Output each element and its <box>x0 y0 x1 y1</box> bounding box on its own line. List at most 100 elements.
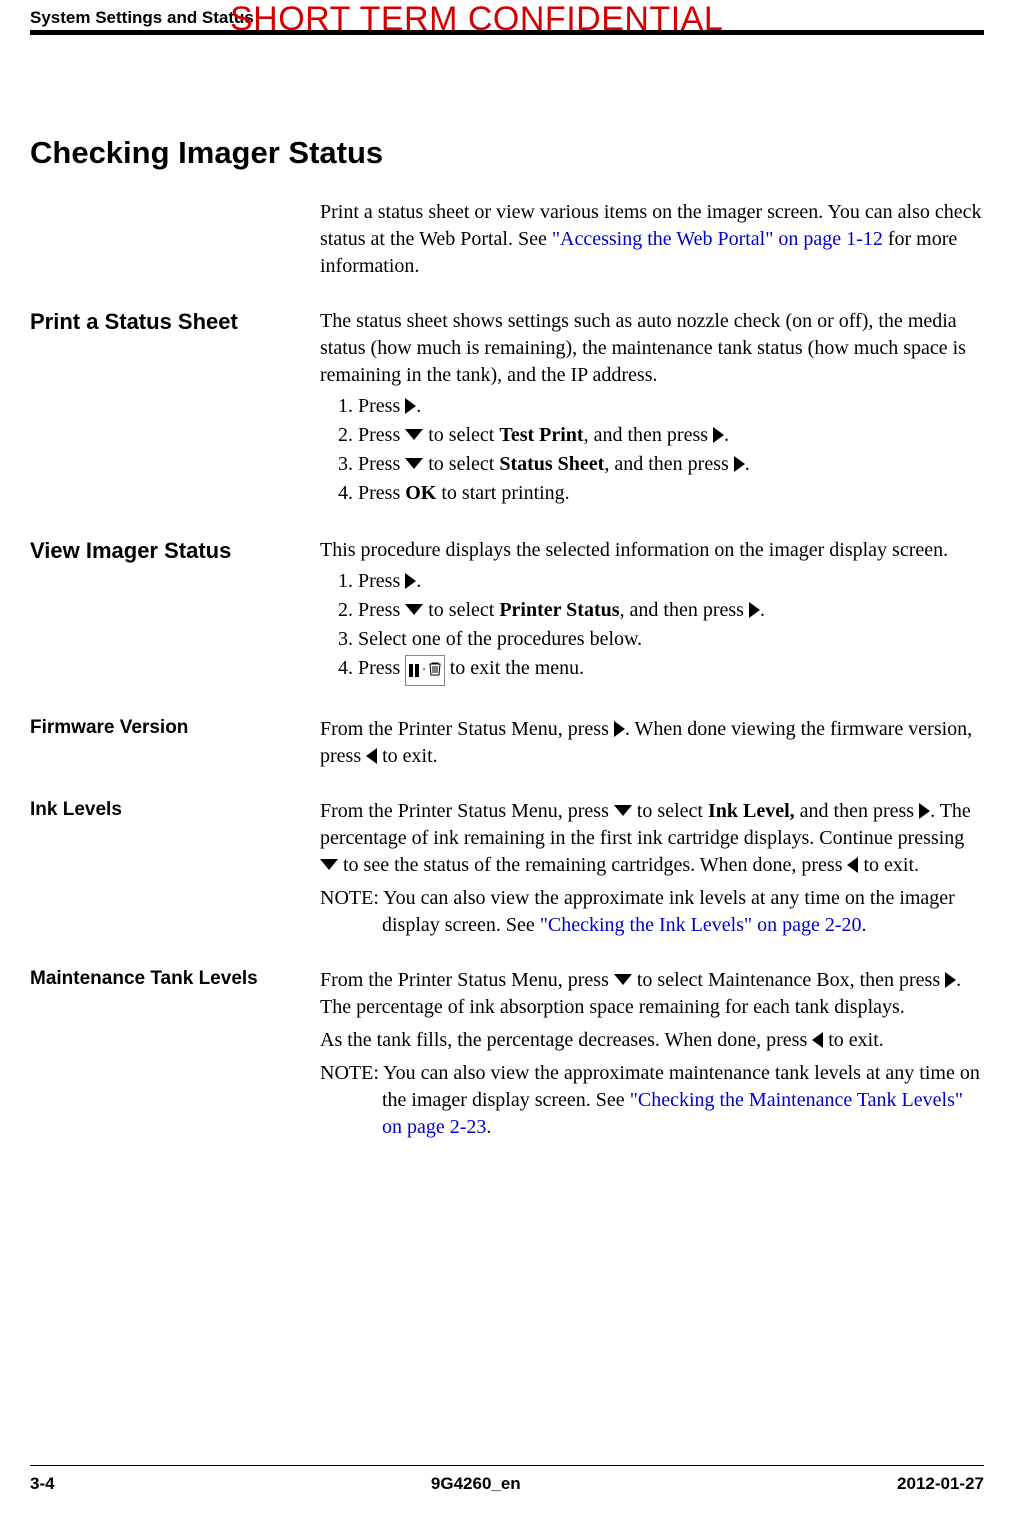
down-arrow-icon <box>405 429 423 440</box>
print-status-body: The status sheet shows settings such as … <box>320 308 984 509</box>
bold-text: Printer Status <box>499 599 619 621</box>
right-arrow-icon <box>919 803 930 819</box>
web-portal-link[interactable]: "Accessing the Web Portal" on page 1-12 <box>552 228 883 250</box>
pause-trash-button-icon: • <box>405 655 445 686</box>
print-status-steps: Press . Press to select Test Print, and … <box>358 393 984 507</box>
trash-icon <box>428 657 442 684</box>
bold-text: Status Sheet <box>499 453 604 475</box>
text: From the Printer Status Menu, press <box>320 800 614 822</box>
step-2: Press to select Printer Status, and then… <box>358 597 984 624</box>
down-arrow-icon <box>320 859 338 870</box>
maint-heading: Maintenance Tank Levels <box>30 967 320 1141</box>
bold-text: Ink Level, <box>708 800 795 822</box>
down-arrow-icon <box>614 974 632 985</box>
text: . <box>486 1116 491 1138</box>
text: to see the status of the remaining cartr… <box>338 854 847 876</box>
print-status-para: The status sheet shows settings such as … <box>320 308 984 389</box>
ink-heading: Ink Levels <box>30 798 320 939</box>
view-status-section: View Imager Status This procedure displa… <box>30 537 984 688</box>
text: . <box>760 599 765 621</box>
page-number: 3-4 <box>30 1474 55 1494</box>
text: to select <box>423 424 499 446</box>
text: to exit. <box>377 745 438 767</box>
down-arrow-icon <box>614 805 632 816</box>
step-3: Press to select Status Sheet, and then p… <box>358 451 984 478</box>
text: to select <box>423 599 499 621</box>
left-arrow-icon <box>366 748 377 764</box>
text: . <box>862 914 867 936</box>
text: Press <box>358 570 405 592</box>
ink-body: From the Printer Status Menu, press to s… <box>320 798 984 939</box>
page-footer: 3-4 9G4260_en 2012-01-27 <box>30 1465 984 1494</box>
ink-para: From the Printer Status Menu, press to s… <box>320 798 984 879</box>
text: From the Printer Status Menu, press <box>320 969 614 991</box>
text: to select <box>423 453 499 475</box>
text: to exit. <box>823 1029 884 1051</box>
text: to select <box>632 800 708 822</box>
view-status-steps: Press . Press to select Printer Status, … <box>358 568 984 686</box>
left-arrow-icon <box>812 1032 823 1048</box>
text: and then press <box>795 800 919 822</box>
bold-text: Test Print <box>499 424 583 446</box>
view-status-heading: View Imager Status <box>30 537 320 688</box>
text: . <box>416 570 421 592</box>
right-arrow-icon <box>614 721 625 737</box>
page-header: System Settings and Status SHORT TERM CO… <box>30 0 984 28</box>
text: , and then press <box>604 453 733 475</box>
ink-note: NOTE: You can also view the approximate … <box>320 885 984 939</box>
right-arrow-icon <box>405 398 416 414</box>
text: Press <box>358 599 405 621</box>
firmware-body: From the Printer Status Menu, press . Wh… <box>320 716 984 770</box>
text: . <box>745 453 750 475</box>
text: From the Printer Status Menu, press <box>320 718 614 740</box>
right-arrow-icon <box>405 573 416 589</box>
text: Press <box>358 482 405 504</box>
ink-levels-link[interactable]: "Checking the Ink Levels" on page 2-20 <box>540 914 862 936</box>
date: 2012-01-27 <box>897 1474 984 1494</box>
left-arrow-icon <box>847 857 858 873</box>
maint-body: From the Printer Status Menu, press to s… <box>320 967 984 1141</box>
text: to start printing. <box>436 482 569 504</box>
firmware-section: Firmware Version From the Printer Status… <box>30 716 984 770</box>
text: Press <box>358 657 405 679</box>
maint-para-2: As the tank fills, the percentage decrea… <box>320 1027 984 1054</box>
step-1: Press . <box>358 568 984 595</box>
text: Press <box>358 395 405 417</box>
text: . <box>724 424 729 446</box>
ink-section: Ink Levels From the Printer Status Menu,… <box>30 798 984 939</box>
intro-row: Print a status sheet or view various ite… <box>30 199 984 280</box>
intro-text: Print a status sheet or view various ite… <box>320 199 984 280</box>
step-3: Select one of the procedures below. <box>358 626 984 653</box>
maint-note: NOTE: You can also view the approximate … <box>320 1060 984 1141</box>
page-title: Checking Imager Status <box>30 135 984 171</box>
text: Press <box>358 453 405 475</box>
print-status-section: Print a Status Sheet The status sheet sh… <box>30 308 984 509</box>
print-status-heading: Print a Status Sheet <box>30 308 320 509</box>
maint-section: Maintenance Tank Levels From the Printer… <box>30 967 984 1141</box>
step-4: Press • to exit the menu. <box>358 655 984 686</box>
view-status-para: This procedure displays the selected inf… <box>320 537 984 564</box>
right-arrow-icon <box>749 602 760 618</box>
step-4: Press OK to start printing. <box>358 480 984 507</box>
right-arrow-icon <box>713 427 724 443</box>
step-1: Press . <box>358 393 984 420</box>
bold-text: OK <box>405 482 436 504</box>
maint-para-1: From the Printer Status Menu, press to s… <box>320 967 984 1021</box>
view-status-body: This procedure displays the selected inf… <box>320 537 984 688</box>
text: As the tank fills, the percentage decrea… <box>320 1029 812 1051</box>
right-arrow-icon <box>734 456 745 472</box>
right-arrow-icon <box>945 972 956 988</box>
text: . <box>416 395 421 417</box>
intro-left-spacer <box>30 199 320 280</box>
doc-id: 9G4260_en <box>431 1474 521 1494</box>
text: to select Maintenance Box, then press <box>632 969 945 991</box>
pause-icon <box>408 664 420 677</box>
dot-separator: • <box>420 664 428 678</box>
text: , and then press <box>584 424 713 446</box>
down-arrow-icon <box>405 604 423 615</box>
step-2: Press to select Test Print, and then pre… <box>358 422 984 449</box>
text: to exit. <box>858 854 919 876</box>
text: Press <box>358 424 405 446</box>
confidential-watermark: SHORT TERM CONFIDENTIAL <box>230 0 723 39</box>
section-label: System Settings and Status <box>30 8 254 27</box>
